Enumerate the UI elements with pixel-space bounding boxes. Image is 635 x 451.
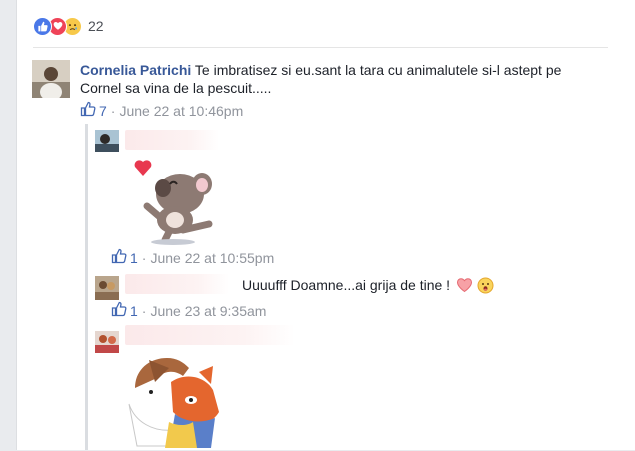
reply-like-count[interactable]: 1 (130, 303, 138, 319)
reply-text: Uuuufff Doamne...ai grija de tine ! (242, 277, 451, 293)
avatar[interactable] (95, 130, 119, 152)
separator: · (141, 249, 147, 266)
reply-author-name[interactable] (125, 274, 229, 294)
reaction-summary[interactable]: 22 (33, 16, 104, 36)
like-icon (33, 16, 52, 36)
reaction-count[interactable]: 22 (88, 18, 104, 34)
separator: · (141, 302, 147, 319)
separator: · (110, 102, 116, 119)
like-count-icon[interactable] (111, 248, 127, 267)
reply-timestamp[interactable]: June 23 at 9:35am (150, 303, 266, 319)
reply-meta: 1 · June 22 at 10:55pm (111, 248, 274, 267)
comment-meta: 7 · June 22 at 10:46pm (80, 101, 243, 120)
reply-author-name[interactable] (125, 130, 219, 150)
avatar[interactable] (95, 331, 119, 353)
divider (33, 47, 608, 48)
koala-blowing-kiss-sticker (125, 158, 225, 246)
reply-timestamp[interactable]: June 22 at 10:55pm (150, 250, 274, 266)
comment-timestamp[interactable]: June 22 at 10:46pm (119, 103, 243, 119)
comments-card: 22 Cornelia Patrichi Te imbratisez si eu… (16, 0, 635, 450)
heart-icon (456, 277, 473, 293)
comment-body: Cornelia Patrichi Te imbratisez si eu.sa… (80, 61, 600, 97)
reply-thread-line (85, 124, 88, 450)
comment-author[interactable]: Cornelia Patrichi (80, 62, 191, 78)
reply-meta: 1 · June 23 at 9:35am (111, 301, 266, 320)
reply-like-count[interactable]: 1 (130, 250, 138, 266)
comment-like-count[interactable]: 7 (99, 103, 107, 119)
avatar[interactable] (95, 276, 119, 300)
reply-author-name[interactable] (125, 325, 295, 345)
like-count-icon[interactable] (80, 101, 96, 120)
face-emoji-icon (477, 277, 494, 294)
avatar[interactable] (32, 60, 70, 98)
fox-and-dog-hug-sticker (125, 352, 223, 448)
reply-body: Uuuufff Doamne...ai grija de tine ! (242, 276, 494, 294)
like-count-icon[interactable] (111, 301, 127, 320)
